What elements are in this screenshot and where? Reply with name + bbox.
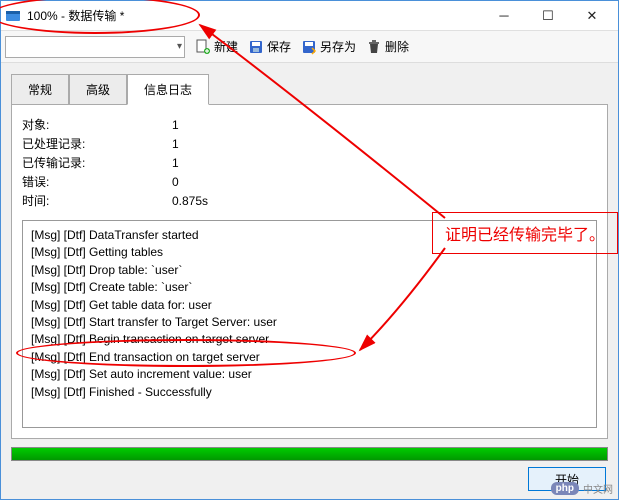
saveas-button[interactable]: 另存为 — [301, 38, 356, 55]
new-label: 新建 — [214, 38, 238, 55]
save-button[interactable]: 保存 — [248, 38, 291, 55]
log-line: [Msg] [Dtf] End transaction on target se… — [31, 349, 588, 366]
tab-strip: 常规 高级 信息日志 — [1, 63, 618, 104]
stat-errors-label: 错误: — [22, 172, 172, 191]
log-line: [Msg] [Dtf] Begin transaction on target … — [31, 331, 588, 348]
stat-object-label: 对象: — [22, 115, 172, 134]
save-icon — [248, 39, 264, 55]
delete-button[interactable]: 删除 — [366, 38, 409, 55]
address-combo[interactable]: ▾ — [5, 36, 185, 58]
saveas-label: 另存为 — [320, 38, 356, 55]
window-title: 100% - 数据传输 * — [27, 7, 482, 24]
new-button[interactable]: 新建 — [195, 38, 238, 55]
button-row: 开始 — [1, 467, 618, 499]
stat-time-label: 时间: — [22, 191, 172, 210]
maximize-button[interactable]: ☐ — [526, 2, 570, 30]
stat-object-val: 1 — [172, 115, 208, 134]
stat-errors-val: 0 — [172, 172, 208, 191]
log-line: [Msg] [Dtf] Get table data for: user — [31, 297, 588, 314]
delete-label: 删除 — [385, 38, 409, 55]
tab-log[interactable]: 信息日志 — [127, 74, 209, 105]
progress-bar — [11, 447, 608, 461]
toolbar: ▾ 新建 保存 另存为 删除 — [1, 31, 618, 63]
new-icon — [195, 39, 211, 55]
content-panel: 对象:1 已处理记录:1 已传输记录:1 错误:0 时间:0.875s [Msg… — [11, 104, 608, 439]
log-line: [Msg] [Dtf] Start transfer to Target Ser… — [31, 314, 588, 331]
trash-icon — [366, 39, 382, 55]
tab-general[interactable]: 常规 — [11, 74, 69, 105]
app-icon — [5, 8, 21, 24]
tab-advanced[interactable]: 高级 — [69, 74, 127, 105]
minimize-button[interactable]: ─ — [482, 2, 526, 30]
chevron-down-icon: ▾ — [177, 41, 182, 52]
log-line: [Msg] [Dtf] Drop table: `user` — [31, 262, 588, 279]
titlebar: 100% - 数据传输 * ─ ☐ ✕ — [1, 1, 618, 31]
log-line: [Msg] [Dtf] Set auto increment value: us… — [31, 366, 588, 383]
close-button[interactable]: ✕ — [570, 2, 614, 30]
stat-transferred-label: 已传输记录: — [22, 153, 172, 172]
annotation-callout: 证明已经传输完毕了。 — [432, 212, 618, 254]
stat-time-val: 0.875s — [172, 191, 208, 210]
save-label: 保存 — [267, 38, 291, 55]
log-line: [Msg] [Dtf] Finished - Successfully — [31, 384, 588, 401]
log-line: [Msg] [Dtf] Create table: `user` — [31, 279, 588, 296]
start-button[interactable]: 开始 — [528, 467, 606, 491]
saveas-icon — [301, 39, 317, 55]
stat-processed-val: 1 — [172, 134, 208, 153]
stat-processed-label: 已处理记录: — [22, 134, 172, 153]
window-controls: ─ ☐ ✕ — [482, 2, 614, 30]
stat-transferred-val: 1 — [172, 153, 208, 172]
stats-block: 对象:1 已处理记录:1 已传输记录:1 错误:0 时间:0.875s — [22, 115, 597, 210]
